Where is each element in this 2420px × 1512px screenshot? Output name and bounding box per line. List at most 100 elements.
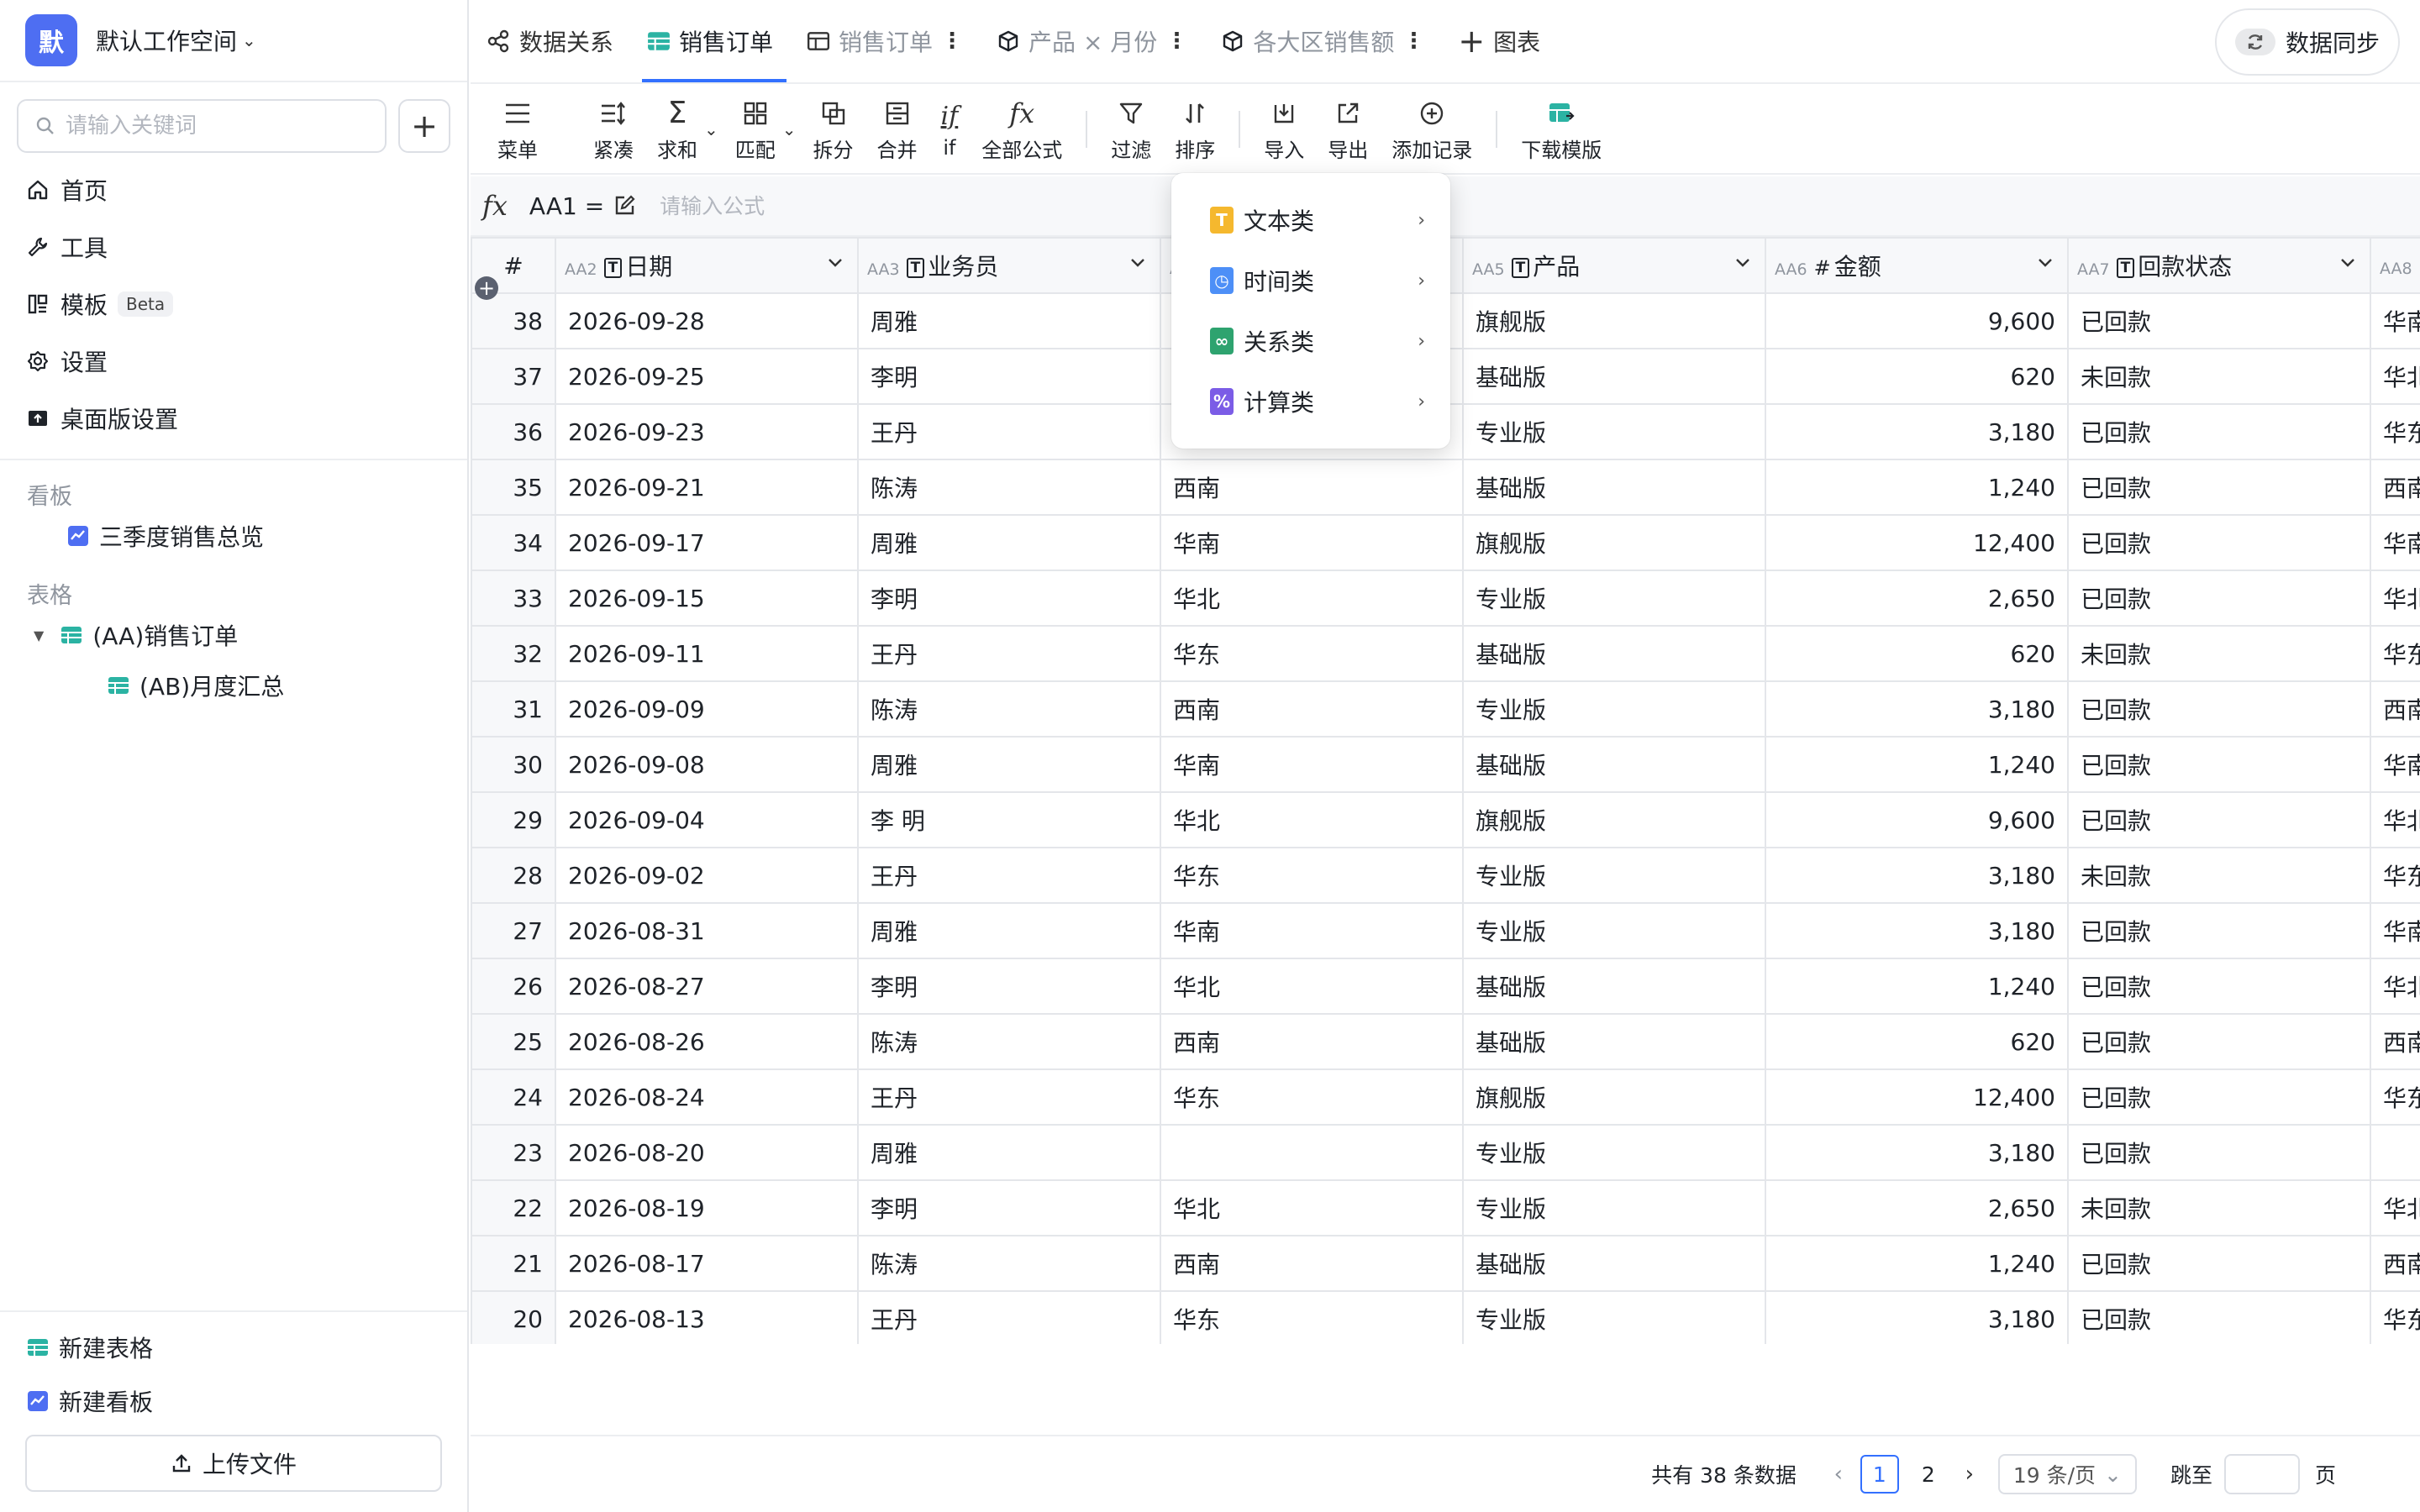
search-box[interactable] <box>17 99 387 153</box>
table-cell[interactable]: 王丹 <box>857 1068 1161 1126</box>
table-cell[interactable]: 已回款 <box>2067 680 2371 738</box>
table-cell[interactable]: 周雅 <box>857 902 1161 959</box>
row-number[interactable]: 22 <box>471 1179 556 1236</box>
table-cell[interactable]: 2026-08-24 <box>555 1068 859 1126</box>
table-cell[interactable]: 华南 <box>2370 902 2420 959</box>
add-chart-tab[interactable]: + 图表 <box>1441 0 1557 82</box>
table-cell[interactable]: 周雅 <box>857 292 1161 349</box>
row-number[interactable]: 26 <box>471 958 556 1015</box>
table-cell[interactable]: 西南 <box>2370 680 2420 738</box>
row-number[interactable]: 32 <box>471 625 556 682</box>
upload-file-button[interactable]: 上传文件 <box>25 1435 442 1492</box>
table-cell[interactable]: 华南 <box>2370 514 2420 571</box>
table-cell[interactable]: 2026-08-27 <box>555 958 859 1015</box>
chevron-down-icon[interactable] <box>1128 252 1148 272</box>
table-cell[interactable]: 华东 <box>1160 625 1464 682</box>
table-cell[interactable]: 华南 <box>2370 292 2420 349</box>
formula-menu-item[interactable]: T 文本类 › <box>1171 190 1450 250</box>
table-cell[interactable]: 华东 <box>2370 847 2420 904</box>
sort-button[interactable]: 排序 <box>1163 87 1227 171</box>
table-cell[interactable]: 专业版 <box>1462 1124 1766 1181</box>
table-cell[interactable]: 未回款 <box>2067 1179 2371 1236</box>
table-cell[interactable]: 2026-08-20 <box>555 1124 859 1181</box>
table-cell[interactable]: 2026-09-23 <box>555 403 859 460</box>
table-cell[interactable] <box>1160 1124 1464 1181</box>
workspace-switcher[interactable]: 默 默认工作空间 ⌄ <box>0 0 467 82</box>
export-button[interactable]: 导出 <box>1316 87 1380 171</box>
table-cell[interactable]: 2026-08-26 <box>555 1013 859 1070</box>
table-cell[interactable] <box>2370 1124 2420 1181</box>
more-vertical-icon[interactable]: ⋮ <box>941 29 963 54</box>
table-cell[interactable]: 华北 <box>2370 791 2420 848</box>
table-cell[interactable]: 专业版 <box>1462 680 1766 738</box>
table-cell[interactable]: 西南 <box>2370 1013 2420 1070</box>
table-cell[interactable]: 基础版 <box>1462 1235 1766 1292</box>
table-cell[interactable]: 旗舰版 <box>1462 1068 1766 1126</box>
chevron-down-icon[interactable] <box>1733 252 1753 272</box>
edit-icon[interactable] <box>613 194 636 218</box>
table-cell[interactable]: 华北 <box>1160 1179 1464 1236</box>
table-cell[interactable]: 3,180 <box>1765 1124 2069 1181</box>
menu-button[interactable]: 菜单 <box>486 87 550 171</box>
jump-page-input[interactable] <box>2223 1454 2300 1494</box>
table-row[interactable]: 332026-09-15李明华北专业版2,650已回款华北 <box>471 570 2420 627</box>
table-cell[interactable]: 周雅 <box>857 736 1161 793</box>
table-cell[interactable]: 华北 <box>1160 791 1464 848</box>
add-row-icon[interactable]: + <box>475 276 498 300</box>
table-cell[interactable]: 2,650 <box>1765 1179 2069 1236</box>
table-cell[interactable]: 2026-09-04 <box>555 791 859 848</box>
table-cell[interactable]: 周雅 <box>857 514 1161 571</box>
new-board-button[interactable]: 新建看板 <box>0 1374 467 1428</box>
add-button[interactable]: + <box>398 99 450 153</box>
table-row[interactable]: 322026-09-11王丹华东基础版620未回款华东 <box>471 625 2420 682</box>
table-cell[interactable]: 专业版 <box>1462 570 1766 627</box>
row-number[interactable]: 31 <box>471 680 556 738</box>
split-button[interactable]: 拆分 <box>802 87 865 171</box>
table-cell[interactable]: 华东 <box>2370 1068 2420 1126</box>
table-cell[interactable]: 华南 <box>1160 902 1464 959</box>
table-row[interactable]: 23 2026-08-20 周雅 专业版 3,180 已回款 <box>471 1124 2420 1181</box>
chevron-down-icon[interactable]: ⌄ <box>242 30 256 50</box>
table-cell[interactable]: 1,240 <box>1765 958 2069 1015</box>
column-header[interactable]: AA6 # 金额 <box>1765 237 2069 294</box>
column-header[interactable]: AA2 T 日期 <box>555 237 859 294</box>
table-cell[interactable]: 李 明 <box>857 791 1161 848</box>
table-cell[interactable]: 已回款 <box>2067 1124 2371 1181</box>
page-2-button[interactable]: 2 <box>1909 1455 1948 1494</box>
table-cell[interactable]: 9,600 <box>1765 791 2069 848</box>
table-cell[interactable]: 3,180 <box>1765 847 2069 904</box>
page-size-select[interactable]: 19 条/页 ⌄ <box>1997 1454 2137 1494</box>
table-cell[interactable]: 华东 <box>1160 847 1464 904</box>
column-header[interactable]: AA7 T 回款状态 <box>2067 237 2371 294</box>
table-cell[interactable]: 专业版 <box>1462 902 1766 959</box>
table-cell[interactable]: 西南 <box>1160 1235 1464 1292</box>
row-number[interactable]: 38 <box>471 292 556 349</box>
chevron-down-icon[interactable] <box>2035 252 2055 272</box>
row-number[interactable]: 24 <box>471 1068 556 1126</box>
table-cell[interactable]: 2026-09-15 <box>555 570 859 627</box>
table-cell[interactable]: 已回款 <box>2067 403 2371 460</box>
row-number[interactable]: 35 <box>471 459 556 516</box>
table-row[interactable]: 212026-08-17陈涛西南基础版1,240已回款西南 <box>471 1235 2420 1292</box>
tab-sales-orders-view[interactable]: 销售订单 ⋮ <box>790 0 980 82</box>
table-cell[interactable]: 陈涛 <box>857 1235 1161 1292</box>
page-1-button[interactable]: 1 <box>1860 1455 1899 1494</box>
table-cell[interactable]: 已回款 <box>2067 1235 2371 1292</box>
table-cell[interactable]: 620 <box>1765 1013 2069 1070</box>
caret-down-icon[interactable]: ▼ <box>34 627 44 643</box>
sum-button[interactable]: Σ 求和 <box>645 87 709 171</box>
table-cell[interactable]: 未回款 <box>2067 847 2371 904</box>
table-row[interactable]: 202026-08-13王丹华东专业版3,180已回款华东 <box>471 1290 2420 1344</box>
table-cell[interactable]: 华北 <box>2370 1179 2420 1236</box>
row-number[interactable]: 23 <box>471 1124 556 1181</box>
search-input[interactable] <box>66 113 368 139</box>
table-cell[interactable]: 已回款 <box>2067 292 2371 349</box>
table-cell[interactable]: 2026-08-19 <box>555 1179 859 1236</box>
if-button[interactable]: if if <box>929 87 971 171</box>
table-cell[interactable]: 1,240 <box>1765 1235 2069 1292</box>
table-cell[interactable]: 基础版 <box>1462 459 1766 516</box>
row-number[interactable]: 28 <box>471 847 556 904</box>
table-cell[interactable]: 1,240 <box>1765 459 2069 516</box>
table-cell[interactable]: 华南 <box>1160 736 1464 793</box>
table-cell[interactable]: 已回款 <box>2067 514 2371 571</box>
